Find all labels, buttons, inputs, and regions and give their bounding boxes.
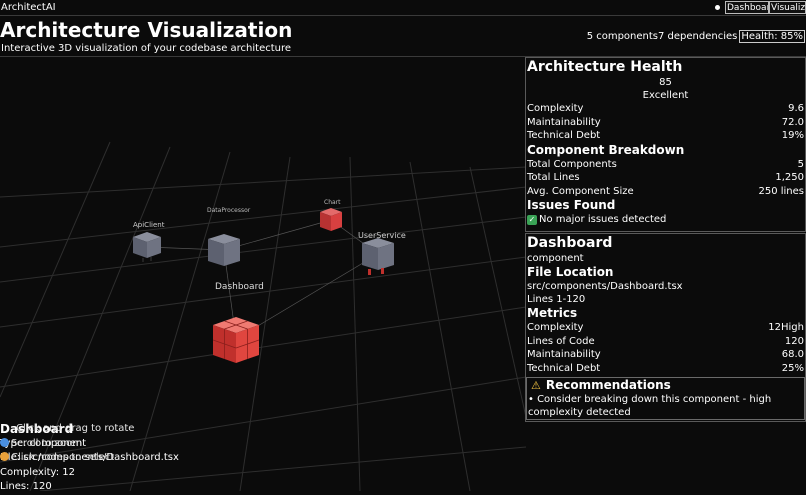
issues-status: ✓ No major issues detected (526, 213, 805, 226)
check-icon: ✓ (527, 214, 537, 225)
issues-title: Issues Found (527, 198, 616, 212)
top-bar: ArchitectAI Dashboard Visualize (0, 0, 806, 16)
recommendations-box: ⚠ Recommendations • Consider breaking do… (526, 377, 805, 420)
components-count: 5 components (586, 31, 659, 42)
recommendations-title: Recommendations (545, 378, 671, 392)
overlay-lines: Lines: 120 (0, 481, 52, 492)
node-dashboard-selected[interactable]: Dashboard (212, 282, 264, 363)
page-subtitle: Interactive 3D visualization of your cod… (1, 43, 292, 54)
health-rating: Excellent (642, 90, 689, 101)
app-title: ArchitectAI (1, 2, 56, 13)
recommendations-header: ⚠ Recommendations (528, 378, 803, 393)
node-label-apiclient: ApiClient (133, 221, 165, 229)
health-metric-row: Maintainability 72.0 (527, 116, 804, 128)
dashboard-nav-button[interactable]: Dashboard (725, 1, 769, 14)
file-location-title: File Location (527, 265, 614, 279)
visualize-nav-button[interactable]: Visualize (769, 1, 806, 14)
node-label-chart: Chart (324, 199, 341, 206)
metric-row: Technical Debt 25% (527, 362, 804, 374)
node-label-userservice: UserService (358, 231, 406, 240)
issues-text: No major issues detected (539, 214, 667, 225)
breakdown-title: Component Breakdown (527, 142, 685, 157)
metric-row: Complexity 12High (527, 322, 804, 333)
status-dot-icon (715, 5, 720, 10)
node-dataprocessor[interactable]: DataProcessor (207, 207, 251, 266)
architecture-health-panel: Architecture Health 85 Excellent Complex… (525, 57, 806, 232)
node-apiclient[interactable]: ApiClient (133, 221, 165, 262)
recommendation-item: • Consider breaking down this component … (528, 394, 772, 418)
breakdown-row: Avg. Component Size 250 lines (527, 185, 804, 197)
warning-icon: ⚠ (531, 379, 541, 392)
node-label-dataprocessor: DataProcessor (207, 207, 251, 214)
hint-select-row: Click nodes to select (0, 451, 134, 466)
pointer-icon (0, 452, 9, 461)
file-path: src/components/Dashboard.tsx (527, 281, 683, 292)
hint-zoom: Scroll to zoom (11, 437, 83, 449)
node-userservice[interactable]: UserService (358, 231, 406, 275)
page-title: Architecture Visualization (0, 18, 293, 42)
hint-select: Click nodes to select (11, 452, 115, 463)
component-name: Dashboard (527, 235, 613, 251)
overlay-complexity: Complexity: 12 (0, 466, 76, 478)
breakdown-row: Total Components 5 (527, 158, 804, 170)
header-stats: 5 components 7 dependencies Health: 85% (587, 30, 805, 43)
lines-range: Lines 1-120 (527, 294, 586, 305)
breakdown-row: Total Lines 1,250 (527, 172, 804, 183)
health-score: 85 (659, 77, 672, 88)
node-label-dashboard: Dashboard (215, 282, 264, 292)
metrics-title: Metrics (527, 306, 578, 320)
metric-row: Lines of Code 120 (527, 335, 804, 347)
hint-rotate: Click and drag to rotate (16, 423, 135, 434)
dependency-edges (146, 219, 379, 340)
hint-zoom-row: Scroll to zoom (0, 437, 134, 452)
controls-hints: Click and drag to rotate Scroll to zoom … (0, 422, 134, 466)
mouse-icon (0, 437, 9, 447)
dependencies-count: 7 dependencies (658, 31, 738, 42)
health-metric-row: Technical Debt 19% (527, 130, 804, 141)
component-details-panel: Dashboard component File Location src/co… (525, 233, 806, 422)
node-chart[interactable]: Chart (320, 199, 342, 231)
metric-row: Maintainability 68.0 (527, 349, 804, 360)
component-type: component (527, 253, 584, 264)
health-metric-row: Complexity 9.6 (527, 103, 804, 114)
health-badge: Health: 85% (739, 30, 805, 43)
health-title: Architecture Health (527, 59, 683, 75)
